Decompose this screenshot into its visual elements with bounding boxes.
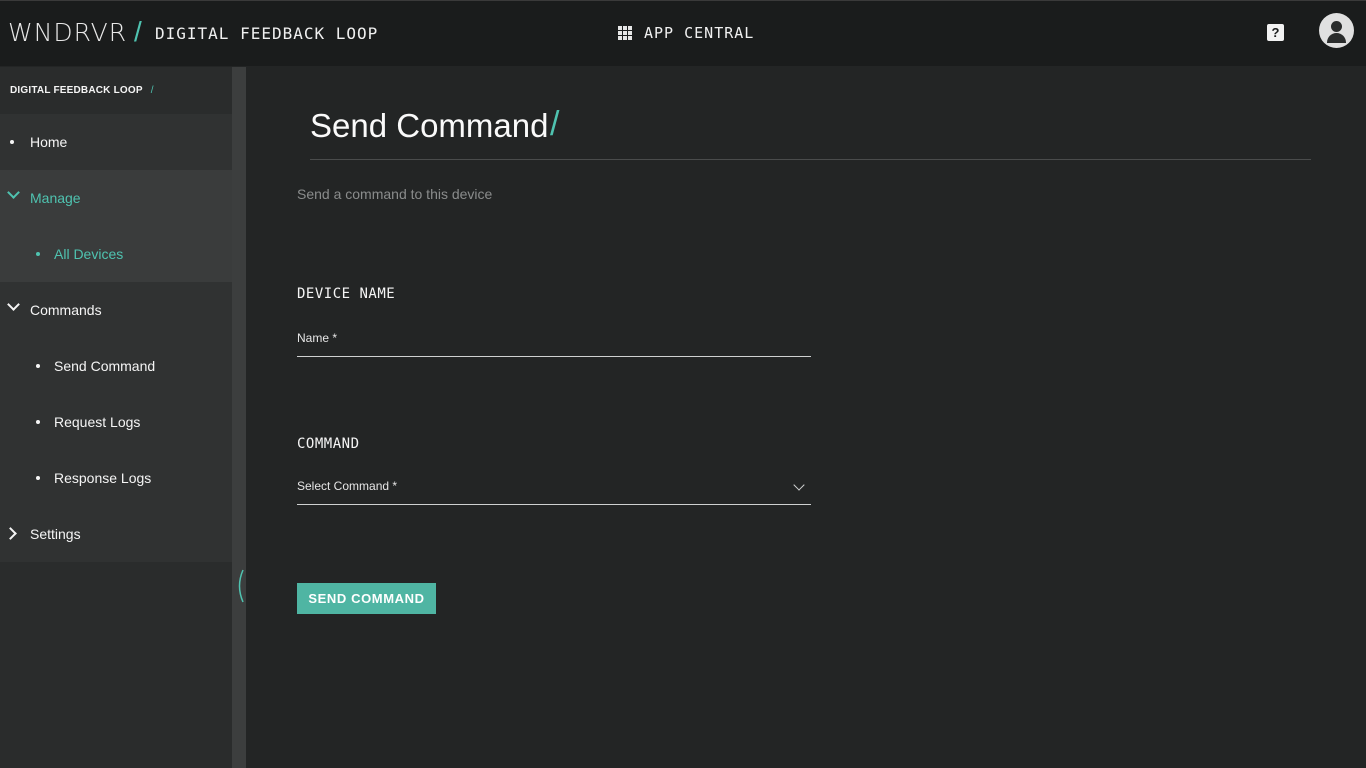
sidebar-group-manage: Manage All Devices: [0, 170, 232, 282]
sidebar-breadcrumb[interactable]: DIGITAL FEEDBACK LOOP /: [0, 67, 232, 114]
grid-icon: [618, 26, 632, 40]
sidebar-item-label: Settings: [30, 526, 81, 542]
device-name-field[interactable]: Name *: [297, 327, 811, 357]
chevron-down-icon: [7, 298, 20, 311]
sidebar: DIGITAL FEEDBACK LOOP / Home Manage All …: [0, 67, 232, 768]
sidebar-collapse-bar: [232, 67, 246, 768]
sidebar-item-settings[interactable]: Settings: [0, 506, 232, 562]
title-separator: /: [550, 105, 560, 143]
app-central-label: APP CENTRAL: [644, 24, 755, 42]
command-select[interactable]: Select Command *: [297, 475, 811, 505]
app-name[interactable]: DIGITAL FEEDBACK LOOP: [155, 24, 378, 43]
bullet-icon: [36, 420, 40, 424]
sidebar-item-label: Send Command: [54, 358, 156, 374]
top-bar: WNDRVR / DIGITAL FEEDBACK LOOP APP CENTR…: [0, 0, 1366, 66]
command-heading: COMMAND: [297, 436, 360, 452]
bullet-icon: [10, 140, 14, 144]
sidebar-item-commands[interactable]: Commands: [0, 282, 232, 338]
chevron-down-icon: [7, 186, 20, 199]
sidebar-collapse-handle[interactable]: [234, 568, 246, 604]
sidebar-item-label: Request Logs: [54, 414, 141, 430]
sidebar-item-request-logs[interactable]: Request Logs: [0, 394, 232, 450]
page-subtitle: Send a command to this device: [297, 186, 493, 202]
chevron-down-icon: [793, 479, 805, 491]
brand-logo[interactable]: WNDRVR: [8, 18, 127, 47]
page-title: Send Command: [310, 107, 549, 144]
breadcrumb-separator: /: [150, 85, 154, 96]
sidebar-item-response-logs[interactable]: Response Logs: [0, 450, 232, 506]
device-name-input[interactable]: [297, 327, 811, 356]
sidebar-item-all-devices[interactable]: All Devices: [0, 226, 232, 282]
title-divider: [310, 159, 1311, 160]
app-central-button[interactable]: APP CENTRAL: [618, 22, 754, 44]
sidebar-breadcrumb-label: DIGITAL FEEDBACK LOOP: [10, 85, 143, 96]
command-select-label: Select Command *: [297, 479, 398, 493]
sidebar-item-home[interactable]: Home: [0, 114, 232, 170]
bullet-icon: [36, 364, 40, 368]
chevron-left-icon: [238, 569, 244, 603]
device-name-heading: DEVICE NAME: [297, 286, 396, 302]
sidebar-item-label: Manage: [30, 190, 81, 206]
chevron-right-icon: [4, 527, 17, 540]
sidebar-item-label: Home: [30, 134, 68, 150]
sidebar-item-send-command[interactable]: Send Command: [0, 338, 232, 394]
brand-separator: /: [134, 16, 142, 47]
send-command-button[interactable]: SEND COMMAND: [297, 583, 436, 614]
sidebar-menu: Home Manage All Devices Commands Send Co…: [0, 114, 232, 562]
bullet-icon: [36, 476, 40, 480]
user-avatar-icon[interactable]: [1319, 13, 1354, 48]
sidebar-item-manage[interactable]: Manage: [0, 170, 232, 226]
sidebar-item-label: Response Logs: [54, 470, 152, 486]
help-icon[interactable]: ?: [1267, 24, 1284, 41]
bullet-icon: [36, 252, 40, 256]
sidebar-item-label: All Devices: [54, 246, 124, 262]
sidebar-item-label: Commands: [30, 302, 102, 318]
main-content: Send Command / Send a command to this de…: [246, 67, 1366, 768]
